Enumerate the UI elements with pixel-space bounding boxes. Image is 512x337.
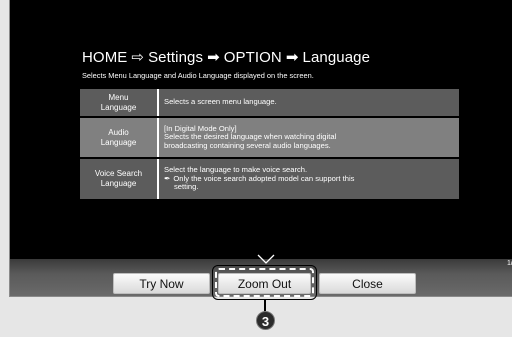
row-key: Menu Language	[80, 89, 159, 116]
callout-badge: 3	[256, 311, 275, 330]
row-description: Selects a screen menu language.	[159, 89, 459, 116]
arrow-right-icon: ➡	[207, 49, 220, 66]
open-arrow-icon: ⇨	[131, 49, 145, 66]
chevron-down-icon	[257, 254, 275, 264]
zoom-out-button[interactable]: Zoom Out	[218, 273, 311, 294]
breadcrumb-option: OPTION	[223, 49, 282, 66]
breadcrumb-settings: Settings	[148, 49, 204, 66]
row-key: Audio Language	[80, 118, 159, 157]
breadcrumb: HOME ⇨ Settings ➡ OPTION ➡ Language	[82, 48, 370, 66]
help-table: Menu Language Selects a screen menu lang…	[80, 87, 459, 201]
arrow-right-icon: ➡	[285, 49, 299, 66]
close-button[interactable]: Close	[319, 273, 416, 294]
breadcrumb-language: Language	[302, 49, 371, 66]
note-icon: ✒	[164, 173, 171, 183]
page-subtitle: Selects Menu Language and Audio Language…	[82, 71, 314, 80]
table-row: Voice Search Language Select the languag…	[80, 159, 459, 199]
row-description: Select the language to make voice search…	[159, 159, 459, 199]
row-description: [In Digital Mode Only] Selects the desir…	[159, 118, 459, 157]
note-line: ✒ Only the voice search adopted model can…	[164, 173, 355, 183]
table-row: Audio Language [In Digital Mode Only] Se…	[80, 118, 459, 157]
table-row: Menu Language Selects a screen menu lang…	[80, 89, 459, 116]
row-key: Voice Search Language	[80, 159, 159, 199]
tv-screen: HOME ⇨ Settings ➡ OPTION ➡ Language Selects Me…	[9, 0, 512, 297]
page-indicator: 1/	[507, 260, 512, 267]
breadcrumb-home: HOME	[82, 49, 128, 66]
try-now-button[interactable]: Try Now	[113, 273, 210, 294]
